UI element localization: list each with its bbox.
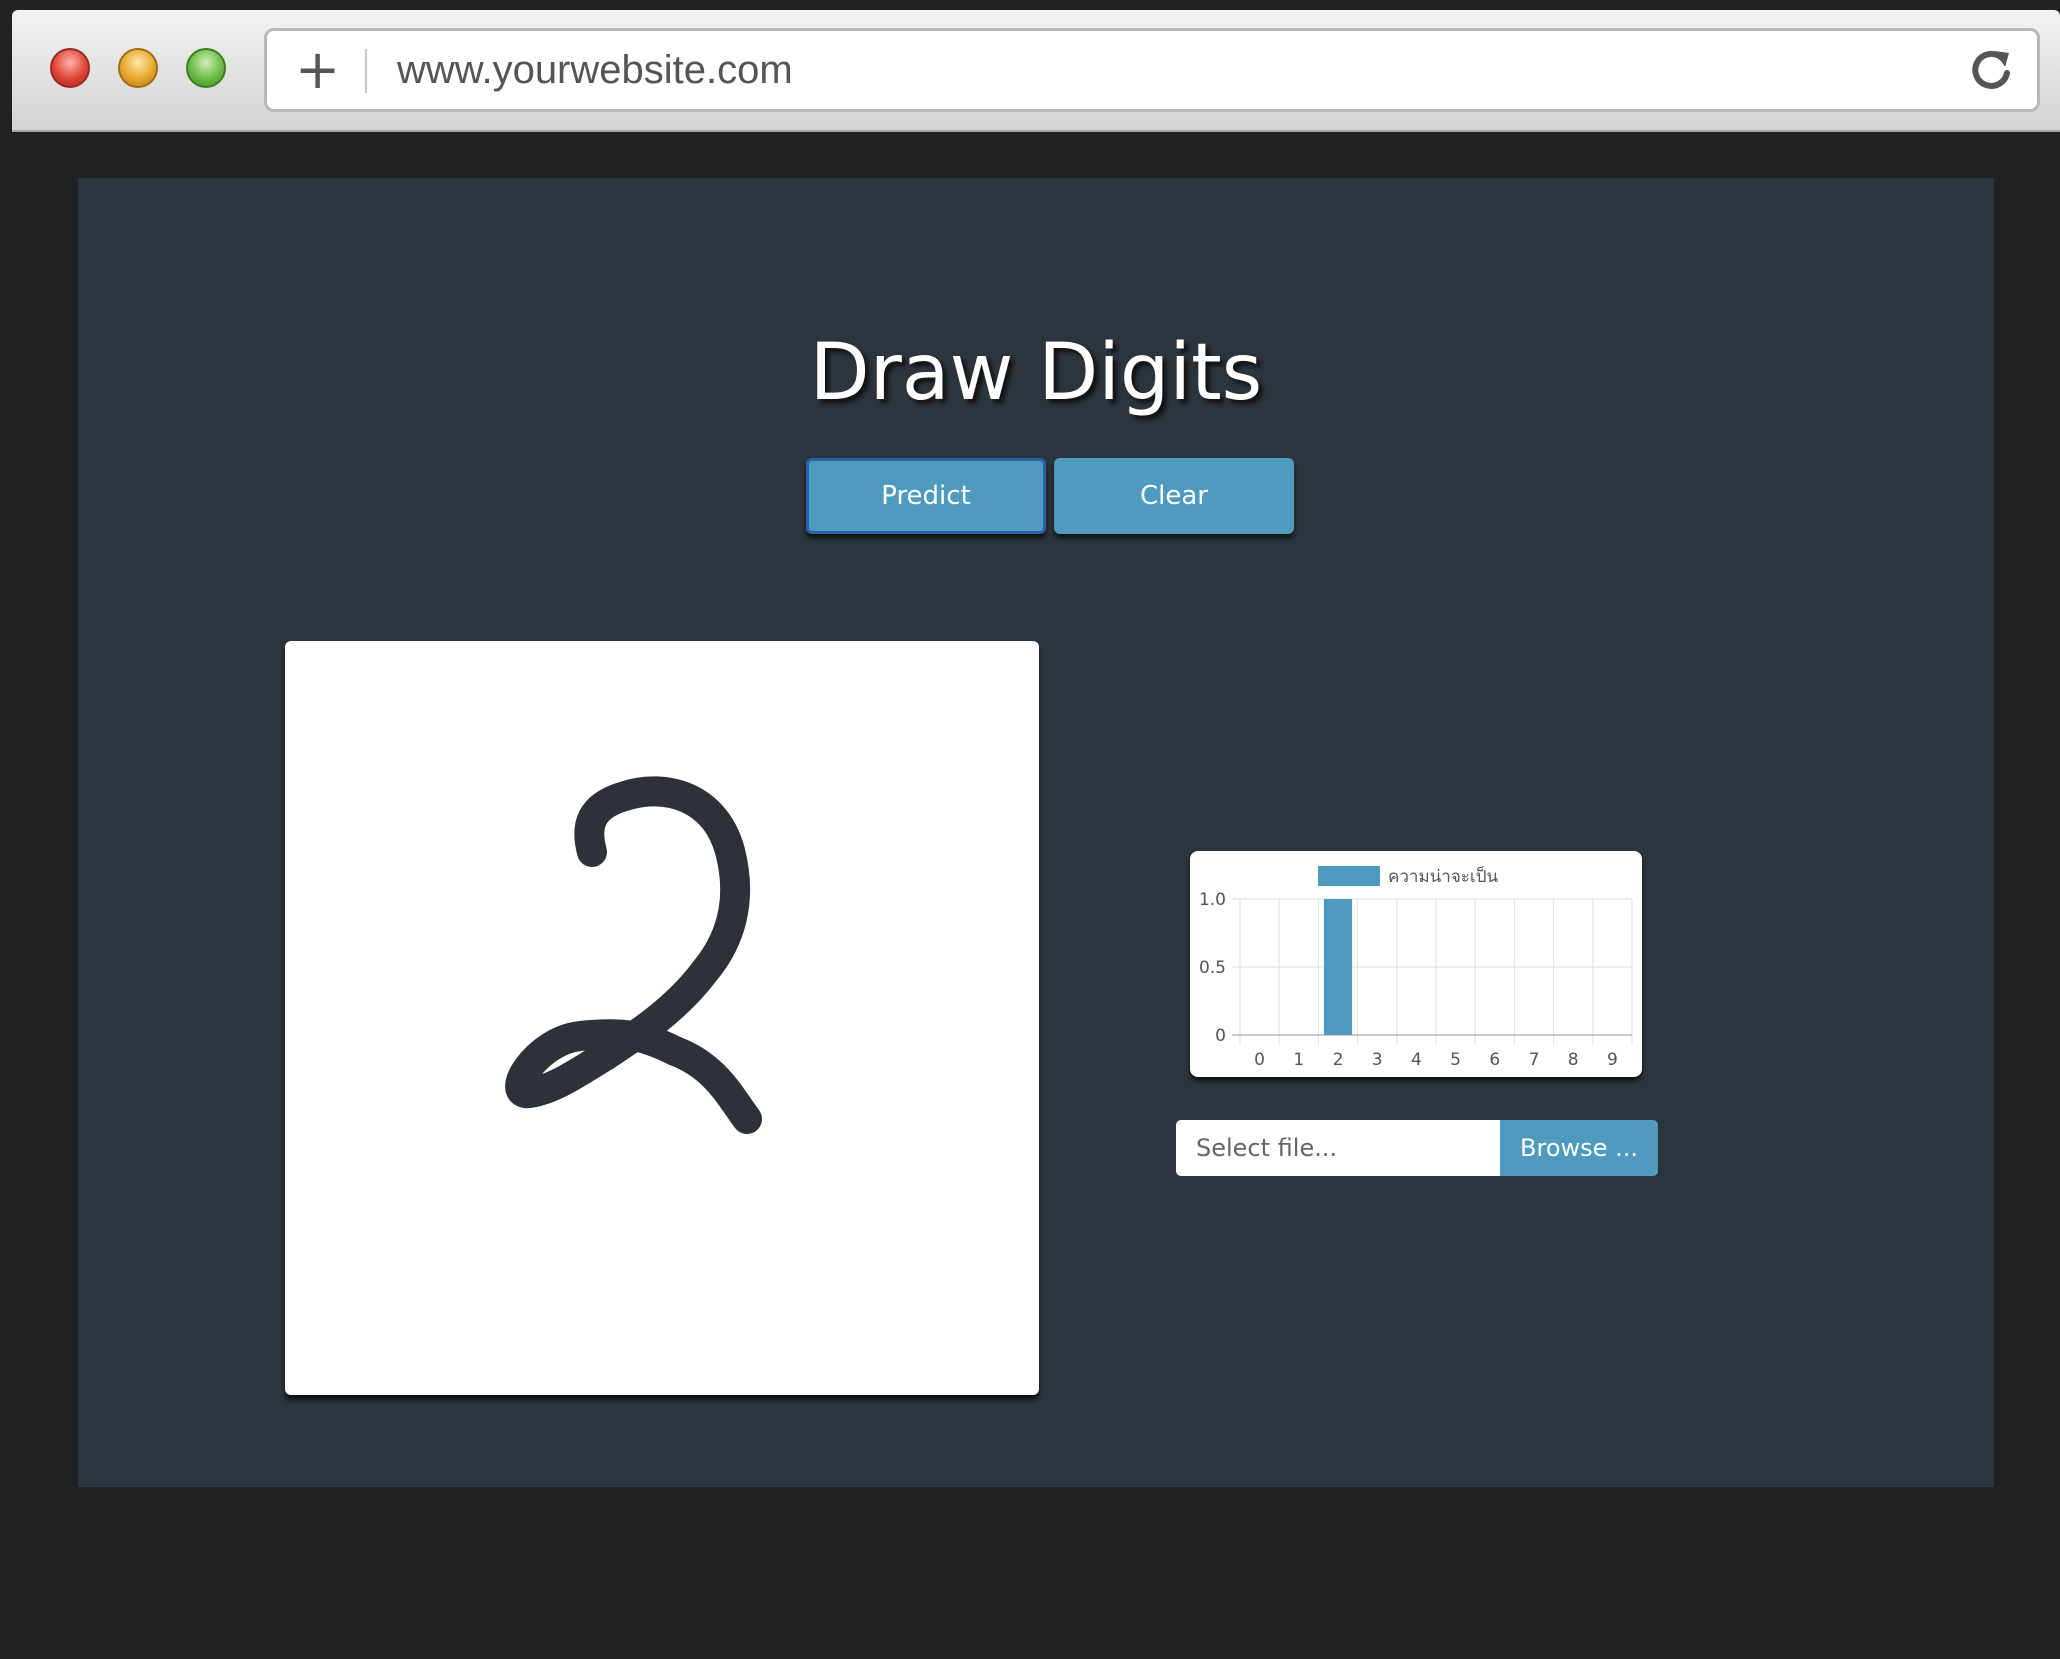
url-text[interactable]: www.yourwebsite.com bbox=[397, 45, 793, 95]
address-bar[interactable]: + www.yourwebsite.com bbox=[264, 28, 2040, 112]
app-page: Draw Digits Predict Clear ความน่าจะเป็น … bbox=[78, 178, 1994, 1487]
chart-xtick-label: 6 bbox=[1489, 1050, 1500, 1070]
drawn-digit-stroke bbox=[505, 776, 762, 1134]
browser-window: + www.yourwebsite.com Draw Digits Predic… bbox=[12, 10, 2060, 1659]
zoom-window-button[interactable] bbox=[186, 48, 226, 88]
file-select-input[interactable]: Select file... bbox=[1176, 1120, 1500, 1176]
chart-xtick-label: 2 bbox=[1333, 1050, 1344, 1070]
page-title: Draw Digits bbox=[809, 328, 1263, 418]
chart-ytick-label: 0 bbox=[1215, 1026, 1226, 1046]
clear-button[interactable]: Clear bbox=[1054, 458, 1294, 534]
chart-xtick-label: 9 bbox=[1607, 1050, 1618, 1070]
browse-button[interactable]: Browse ... bbox=[1500, 1120, 1658, 1176]
address-bar-divider bbox=[365, 49, 367, 93]
chart-plot: 0 0.5 1.0 0 1 2 3 4 5 6 7 8 9 bbox=[1199, 890, 1633, 1070]
plus-icon[interactable]: + bbox=[295, 41, 340, 99]
chart-bar bbox=[1323, 899, 1353, 1035]
chart-xtick-label: 0 bbox=[1254, 1050, 1265, 1070]
chart-ytick-label: 1.0 bbox=[1199, 890, 1226, 910]
minimize-window-button[interactable] bbox=[118, 48, 158, 88]
drawing-canvas[interactable] bbox=[285, 641, 1039, 1395]
chart-xtick-label: 4 bbox=[1411, 1050, 1422, 1070]
reload-icon[interactable] bbox=[1965, 45, 2017, 97]
predict-button[interactable]: Predict bbox=[806, 458, 1046, 534]
probability-chart: ความน่าจะเป็น 0 0.5 1.0 0 1 2 3 4 5 6 7 8 9 bbox=[1190, 851, 1642, 1077]
chart-xtick-label: 3 bbox=[1372, 1050, 1383, 1070]
chart-xtick-label: 7 bbox=[1529, 1050, 1540, 1070]
close-window-button[interactable] bbox=[50, 48, 90, 88]
browser-titlebar: + www.yourwebsite.com bbox=[12, 10, 2060, 132]
chart-xtick-label: 8 bbox=[1568, 1050, 1579, 1070]
chart-xtick-label: 5 bbox=[1450, 1050, 1461, 1070]
chart-ytick-label: 0.5 bbox=[1199, 958, 1226, 978]
chart-xtick-label: 1 bbox=[1293, 1050, 1304, 1070]
